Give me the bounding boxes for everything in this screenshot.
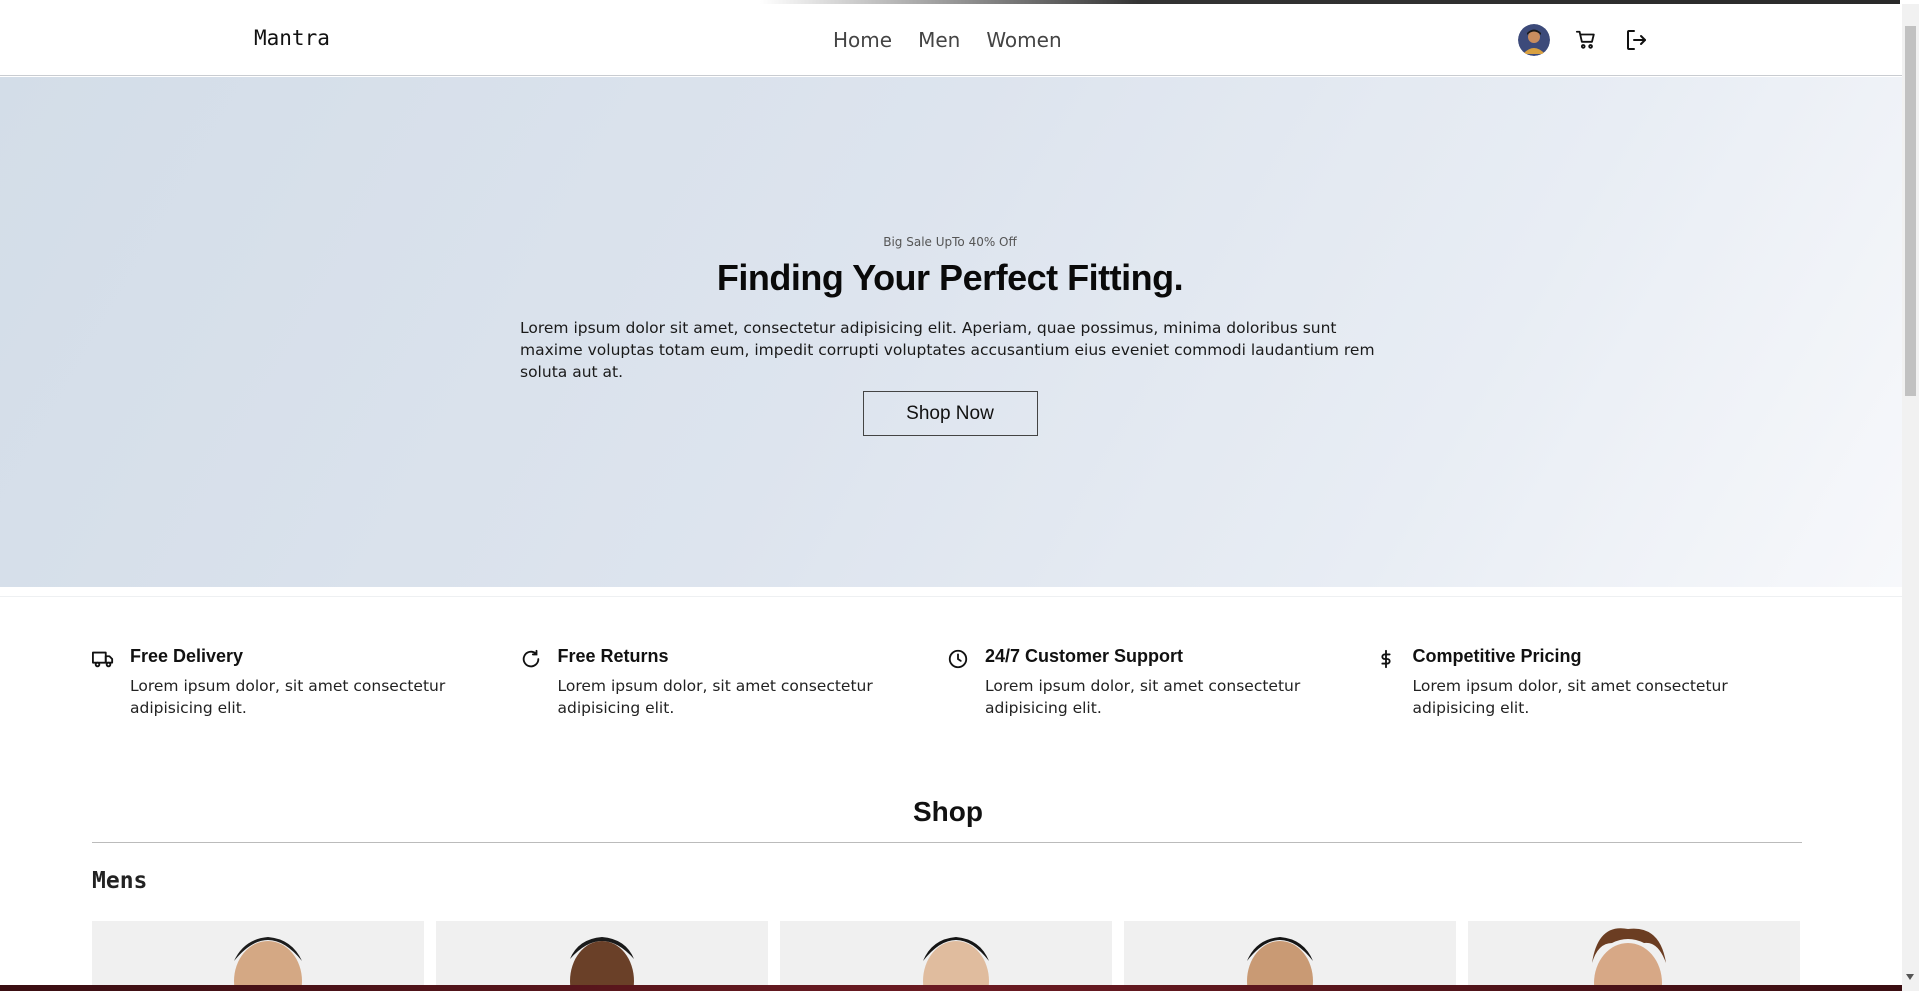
- main-nav: Home Men Women: [833, 28, 1062, 52]
- nav-icons: [1518, 24, 1650, 56]
- feature-customer-support: 24/7 Customer Support Lorem ipsum dolor,…: [947, 646, 1375, 719]
- cart-icon[interactable]: [1572, 26, 1600, 54]
- truck-icon: [92, 648, 114, 670]
- shop-divider: [92, 842, 1802, 843]
- clock-icon: [947, 648, 969, 670]
- logout-icon[interactable]: [1622, 26, 1650, 54]
- feature-text: Lorem ipsum dolor, sit amet consectetur …: [985, 677, 1301, 717]
- page-scrollbar[interactable]: [1902, 4, 1919, 991]
- product-card[interactable]: [1468, 921, 1800, 991]
- hero-description: Lorem ipsum dolor sit amet, consectetur …: [520, 319, 1375, 381]
- nav-link-women[interactable]: Women: [986, 28, 1061, 52]
- feature-title: Free Returns: [557, 646, 669, 666]
- product-card[interactable]: [436, 921, 768, 991]
- divider: [0, 596, 1902, 597]
- section-label-mens: Mens: [92, 868, 148, 894]
- avatar[interactable]: [1518, 24, 1550, 56]
- shop-heading: Shop: [913, 796, 983, 827]
- product-card[interactable]: [1124, 921, 1456, 991]
- product-card[interactable]: [92, 921, 424, 991]
- feature-title: Free Delivery: [130, 646, 244, 666]
- navbar: Mantra Home Men Women: [0, 4, 1902, 76]
- scroll-down-arrow-icon[interactable]: [1906, 974, 1914, 980]
- dollar-icon: [1375, 648, 1397, 670]
- scrollbar-thumb[interactable]: [1905, 26, 1916, 396]
- feature-text: Lorem ipsum dolor, sit amet consectetur …: [130, 677, 446, 717]
- feature-text: Lorem ipsum dolor, sit amet consectetur …: [1412, 677, 1728, 717]
- brand-logo[interactable]: Mantra: [254, 26, 330, 50]
- feature-title: Competitive Pricing: [1412, 646, 1582, 666]
- hero-kicker: Big Sale UpTo 40% Off: [883, 235, 1017, 249]
- shop-now-button[interactable]: Shop Now: [862, 391, 1038, 436]
- feature-text: Lorem ipsum dolor, sit amet consectetur …: [557, 677, 873, 717]
- hero-title: Finding Your Perfect Fitting.: [716, 257, 1184, 298]
- refresh-icon: [520, 648, 542, 670]
- hero-banner: Big Sale UpTo 40% Off Finding Your Perfe…: [0, 77, 1902, 587]
- feature-title: 24/7 Customer Support: [985, 646, 1184, 666]
- nav-link-men[interactable]: Men: [918, 28, 960, 52]
- hero-content: Big Sale UpTo 40% Off Finding Your Perfe…: [520, 235, 1380, 436]
- feature-free-delivery: Free Delivery Lorem ipsum dolor, sit ame…: [92, 646, 520, 719]
- nav-link-home[interactable]: Home: [833, 28, 892, 52]
- window-bottom-strip: [0, 985, 1919, 991]
- features-row: Free Delivery Lorem ipsum dolor, sit ame…: [92, 646, 1802, 719]
- product-grid: [92, 921, 1800, 991]
- feature-competitive-pricing: Competitive Pricing Lorem ipsum dolor, s…: [1375, 646, 1803, 719]
- product-card[interactable]: [780, 921, 1112, 991]
- feature-free-returns: Free Returns Lorem ipsum dolor, sit amet…: [520, 646, 948, 719]
